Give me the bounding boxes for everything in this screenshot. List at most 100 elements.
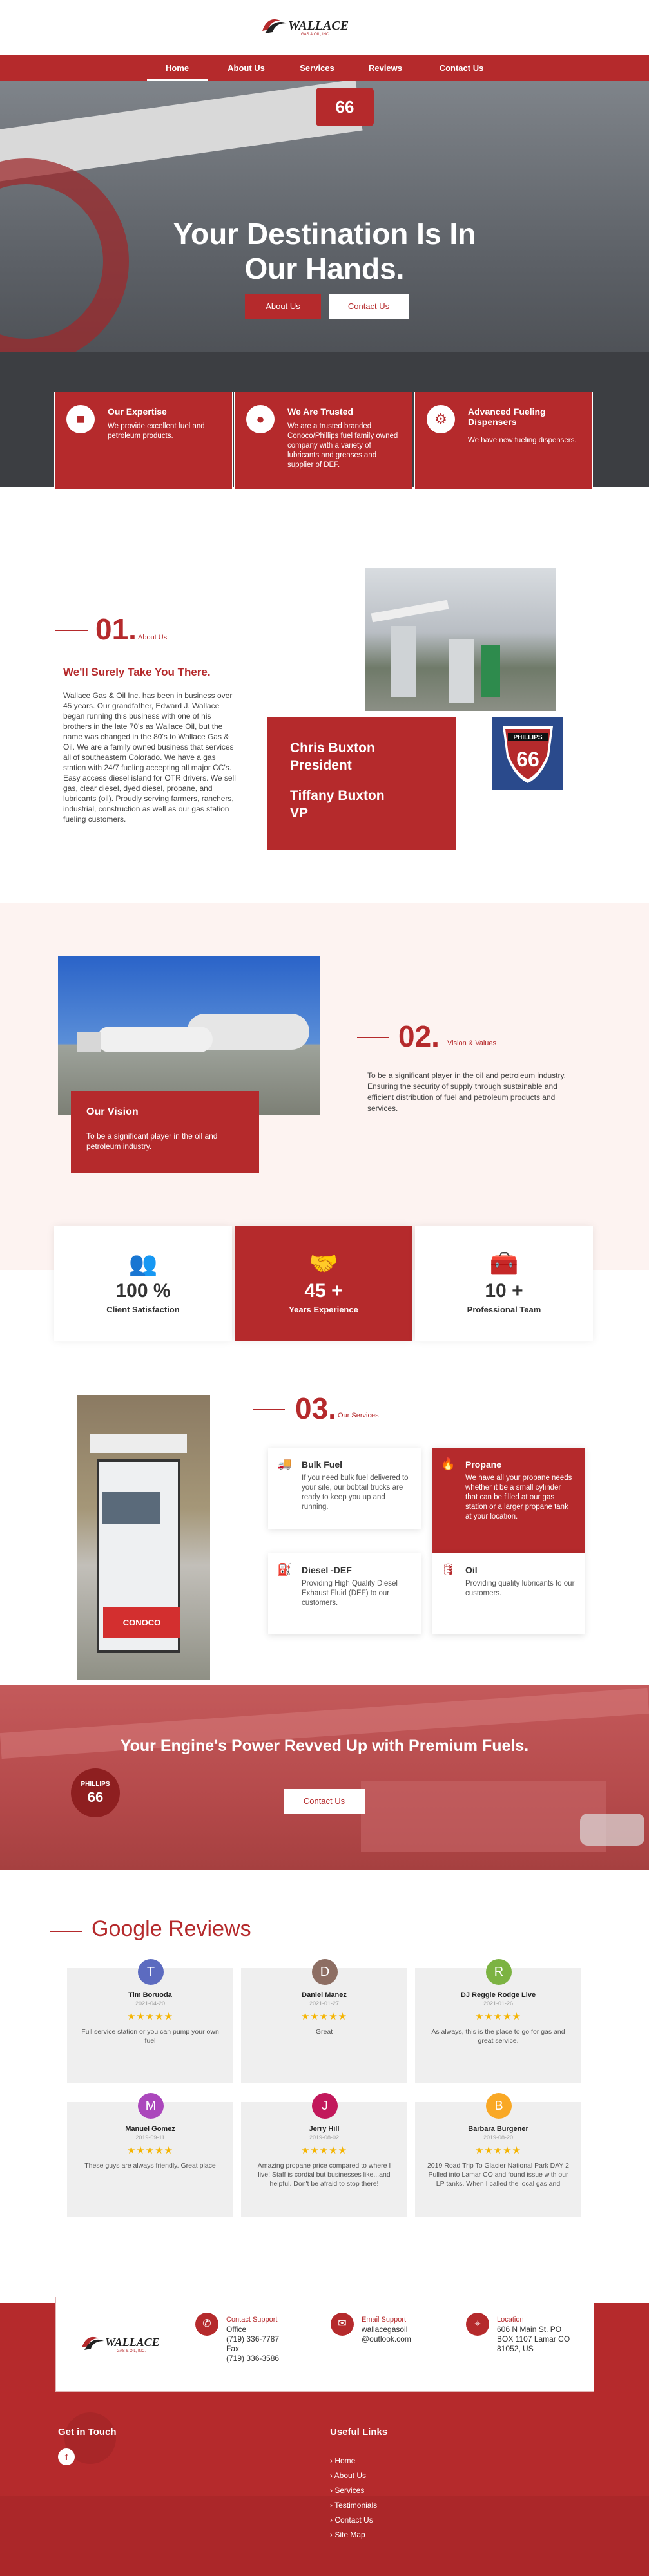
oil-can-icon: 🛢 [441,1563,456,1576]
section-label: Vision & Values [447,1039,497,1047]
stat-card: 🧰 10 + Professional Team [415,1226,593,1341]
location: Location 606 N Main St. PO BOX 1107 Lamar… [497,2316,570,2353]
nav-contact[interactable]: Contact Us [428,55,495,81]
footer-link-testimonials[interactable]: › Testimonials [330,2501,377,2510]
avatar: T [138,1959,164,1985]
header: WALLACE GAS & OIL, INC. [0,0,649,55]
reviews-title: Google Reviews [92,1917,251,1941]
service-card[interactable]: 🛢 Oil Providing quality lubricants to our… [432,1553,585,1634]
phillips66-logo: PHILLIPS 66 [492,717,563,790]
phillips-sign: PHILLIPS 66 [71,1768,120,1817]
cta-section: PHILLIPS 66 Your Engine's Power Revved Up… [0,1685,649,1870]
about-us-button[interactable]: About Us [245,294,321,319]
wallace-logo[interactable]: WALLACE GAS & OIL, INC. [81,2332,177,2354]
svg-text:WALLACE: WALLACE [288,19,349,33]
hero-title: Your Destination Is In Our Hands. [173,217,476,285]
star-rating: ★★★★★ [126,2011,174,2022]
service-card[interactable]: ⛽ Diesel -DEF Providing High Quality Dies… [268,1553,421,1634]
svg-text:PHILLIPS: PHILLIPS [513,734,542,741]
cta-title: Your Engine's Power Revved Up with Premi… [120,1737,529,1755]
section-number: 01. [95,612,137,646]
feature-text: We are a trusted branded Conoco/Phillips… [287,422,398,469]
footer-link-home[interactable]: › Home [330,2456,355,2465]
nav-home[interactable]: Home [147,55,208,81]
feature-card: ⚙ Advanced Fueling Dispensers We have ne… [414,392,593,489]
nav-reviews[interactable]: Reviews [356,55,415,81]
avatar: R [486,1959,512,1985]
review-card: J Jerry Hill 2019-08-02 ★★★★★ Amazing prop… [241,2093,407,2217]
star-rating: ★★★★★ [474,2145,522,2156]
contact-support: Contact Support Office (719) 336-7787 Fax… [226,2316,280,2363]
star-rating: ★★★★★ [300,2011,348,2022]
about-body: Wallace Gas & Oil Inc. has been in busin… [63,691,236,824]
phillips-sign: 66 [316,88,374,126]
handshake-icon: ● [246,405,275,433]
star-rating: ★★★★★ [300,2145,348,2156]
gears-icon: ⚙ [427,405,455,433]
service-card[interactable]: 🔥 Propane We have all your propane needs … [432,1448,585,1553]
main-nav: Home About Us Services Reviews Contact U… [0,55,649,81]
section-number: 02. [398,1019,440,1053]
divider-line [50,1931,82,1932]
vision-card: Our Vision To be a significant player in… [71,1091,259,1173]
conoco-pump-photo: CONOCO [77,1395,210,1680]
nav-services[interactable]: Services [287,55,347,81]
section-number: 03. [295,1392,336,1425]
page: { "brand":{"name":"WALLACE","sub":"GAS &… [0,0,649,2576]
leadership-card: Chris Buxton President Tiffany Buxton VP [267,717,456,850]
svg-text:GAS & OIL, INC.: GAS & OIL, INC. [117,2349,146,2353]
footer-link-sitemap[interactable]: › Site Map [330,2530,365,2539]
service-card[interactable]: 🚚 Bulk Fuel If you need bulk fuel deliver… [268,1448,421,1529]
facebook-icon[interactable]: f [58,2448,75,2465]
office-phone[interactable]: (719) 336-7787 [226,2334,279,2344]
footer-link-contact[interactable]: › Contact Us [330,2515,373,2524]
star-rating: ★★★★★ [474,2011,522,2022]
divider-line [253,1409,285,1410]
section-label: Our Services [338,1412,379,1419]
avatar: M [138,2093,164,2119]
feature-text: We provide excellent fuel and petroleum … [108,422,205,440]
avatar: J [312,2093,338,2119]
divider-line [357,1037,389,1038]
users-icon: 👥 [128,1250,158,1276]
stat-card: 🤝 45 + Years Experience [235,1226,412,1341]
feature-title: Our Expertise [108,406,167,417]
feature-card: ■ Our Expertise We provide excellent fue… [54,392,233,489]
flame-icon: 🔥 [441,1457,456,1470]
cta-contact-button[interactable]: Contact Us [284,1789,365,1814]
useful-links-title: Useful Links [330,2427,388,2438]
gas-pump-photo [365,568,556,711]
contact-us-button[interactable]: Contact Us [329,294,409,319]
avatar: B [486,2093,512,2119]
feature-title: We Are Trusted [287,406,353,417]
review-card: M Manuel Gomez 2019-09-11 ★★★★★ These guys… [67,2093,233,2217]
star-rating: ★★★★★ [126,2145,174,2156]
truck-icon: 🚚 [277,1457,292,1470]
email-support[interactable]: Email Support wallacegasoil @outlook.com [362,2315,411,2344]
handshake-icon: 🤝 [309,1250,338,1276]
nav-about[interactable]: About Us [217,55,276,81]
svg-text:GAS & OIL, INC.: GAS & OIL, INC. [301,33,330,37]
stat-card: 👥 100 % Client Satisfaction [54,1226,232,1341]
review-card: T Tim Boruoda 2021-04-20 ★★★★★ Full servic… [67,1959,233,2083]
briefcase-icon: ■ [66,405,95,433]
vision-text: To be a significant player in the oil an… [367,1071,566,1113]
toolbox-icon: 🧰 [489,1250,519,1276]
svg-text:WALLACE: WALLACE [105,2336,160,2349]
divider-line [55,630,88,631]
fuel-pump-icon: ⛽ [277,1563,292,1576]
svg-text:66: 66 [516,748,539,771]
get-in-touch-title: Get in Touch [58,2427,117,2438]
email-icon: ✉ [331,2313,354,2336]
phone-icon: ✆ [195,2313,218,2336]
footer-link-services[interactable]: › Services [330,2486,364,2495]
wallace-logo[interactable]: WALLACE GAS & OIL, INC. [261,14,364,37]
feature-text: We have new fueling dispensers. [468,437,577,444]
feature-title: Advanced Fueling Dispensers [468,406,546,427]
about-heading: We'll Surely Take You There. [63,666,211,678]
footer-link-about[interactable]: › About Us [330,2471,366,2480]
section-label: About Us [138,634,168,641]
review-card: R DJ Reggie Rodge Live 2021-01-26 ★★★★★ As… [415,1959,581,2083]
location-icon: ⌖ [466,2313,489,2336]
feature-card: ● We Are Trusted We are a trusted brande… [234,392,412,489]
